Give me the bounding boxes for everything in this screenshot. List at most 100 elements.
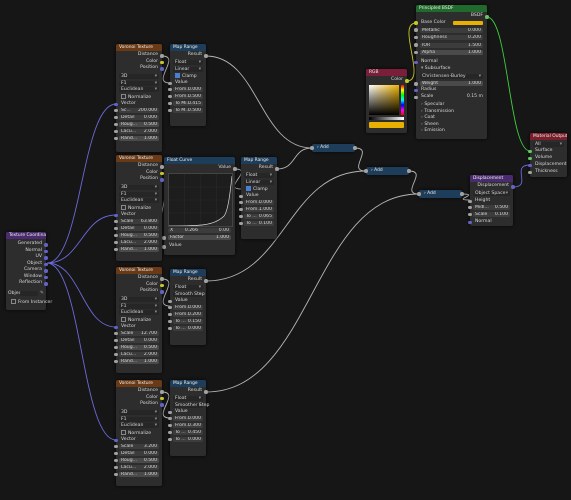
value-field[interactable]: Lacu... 2.000 — [119, 352, 159, 357]
dimensions-select[interactable]: 3D ▾ — [119, 74, 159, 79]
metric-select[interactable]: Euclidean ▾ — [119, 310, 159, 315]
value-field[interactable]: From... 0.300 — [173, 423, 203, 428]
normalize-toggle[interactable]: Normalize — [116, 205, 162, 211]
node-header[interactable]: Principled BSDF — [416, 5, 487, 12]
socket-distance[interactable] — [160, 277, 164, 281]
socket-input[interactable] — [310, 146, 314, 150]
socket-color[interactable] — [160, 60, 164, 65]
color-swatch[interactable] — [369, 122, 404, 128]
socket-normal[interactable] — [468, 220, 472, 225]
socket-position[interactable] — [160, 178, 164, 182]
input-socket[interactable] — [168, 319, 172, 324]
target-select[interactable]: All ▾ — [533, 142, 564, 147]
voronoi-texture-node[interactable]: Voronoi Texture Distance Color Position 3D ▾ F… — [114, 155, 164, 261]
collapsed-panel[interactable]: › Sheen — [416, 122, 487, 128]
collapsed-panel[interactable]: › Emission — [416, 128, 487, 134]
input-socket[interactable] — [168, 437, 172, 442]
subsurface-panel[interactable]: ▾ Subsurface — [416, 66, 487, 72]
clamp-toggle[interactable]: Clamp — [170, 73, 206, 79]
voronoi-texture-node[interactable]: Voronoi Texture Distance Color Position 3D ▾ F… — [114, 267, 164, 373]
map-range-node[interactable]: Map Range Result Float ▾ Linear ▾ Clamp Value Fr… — [168, 44, 208, 126]
socket-value-out[interactable] — [407, 169, 411, 173]
principled-bsdf-node[interactable]: Principled BSDF BSDF Base Color Normal ▾… — [414, 5, 489, 139]
base-color-swatch[interactable] — [453, 21, 483, 25]
checkbox[interactable] — [246, 186, 251, 191]
dimensions-select[interactable]: 3D ▾ — [119, 185, 159, 190]
input-socket[interactable] — [168, 312, 172, 317]
interpolation-select[interactable]: Linear ▾ — [173, 66, 203, 72]
input-socket[interactable] — [114, 240, 118, 245]
node-header[interactable]: Voronoi Texture — [116, 44, 162, 51]
socket-volume[interactable] — [528, 156, 532, 161]
value-field[interactable]: Detail 0.000 — [119, 338, 159, 343]
node-header[interactable]: Map Range — [170, 44, 206, 51]
object-field[interactable] — [20, 291, 38, 296]
value-field[interactable]: Metallic 0.000 — [420, 27, 483, 33]
hue-slider[interactable] — [401, 85, 404, 115]
displacement-node[interactable]: Displacement Displacement Object Space ▾ … — [468, 175, 515, 226]
input-socket[interactable] — [114, 129, 118, 134]
socket-vector[interactable] — [114, 438, 118, 443]
socket-position[interactable] — [160, 290, 164, 294]
node-header[interactable]: › Add — [419, 190, 462, 197]
socket-midlevel[interactable] — [468, 205, 472, 210]
socket-position[interactable] — [160, 67, 164, 71]
checkbox[interactable] — [11, 299, 16, 304]
socket-input[interactable] — [364, 169, 368, 173]
input-socket[interactable] — [114, 472, 118, 477]
value-field[interactable]: From... 1.000 — [244, 207, 274, 212]
input-socket[interactable] — [114, 331, 118, 336]
input-socket[interactable] — [114, 115, 118, 120]
socket-object[interactable] — [44, 262, 48, 267]
voronoi-texture-node[interactable]: Voronoi Texture Distance Color Position 3D ▾ F… — [114, 44, 164, 152]
value-field[interactable]: Lacu... 2.000 — [119, 465, 159, 470]
input-socket[interactable] — [114, 226, 118, 231]
value-field[interactable]: Rand... 1.000 — [119, 472, 159, 477]
math-add-node[interactable]: › Add — [364, 167, 411, 175]
collapsed-panel[interactable]: › Coat — [416, 115, 487, 121]
socket-value-in[interactable] — [162, 245, 166, 249]
socket-color[interactable] — [160, 283, 164, 288]
value-field[interactable]: From... 0.000 — [173, 87, 203, 92]
checkbox[interactable] — [175, 73, 180, 78]
socket-normal[interactable] — [414, 60, 418, 65]
value-field[interactable]: To ... 0.000 — [173, 437, 203, 442]
input-socket[interactable] — [239, 221, 243, 226]
socket-generated[interactable] — [44, 243, 48, 247]
socket-thickness[interactable] — [528, 170, 532, 175]
map-range-node[interactable]: Map Range Result Float ▾ Smooth Step ▾ Value Fr… — [168, 269, 208, 345]
input-socket[interactable] — [114, 345, 118, 350]
scale-field[interactable]: Scale 0.100 — [473, 212, 510, 217]
node-header[interactable]: Displacement — [470, 175, 513, 182]
value-field[interactable]: Scale 63.800 — [119, 219, 159, 224]
collapsed-panel[interactable]: › Transmission — [416, 109, 487, 115]
socket-input[interactable] — [417, 192, 421, 196]
socket-color[interactable] — [160, 171, 164, 176]
node-header[interactable]: Voronoi Texture — [116, 155, 162, 162]
dimensions-select[interactable]: 3D ▾ — [119, 410, 159, 415]
socket-bsdf-out[interactable] — [485, 15, 489, 19]
normalize-toggle[interactable]: Normalize — [116, 317, 162, 323]
input-socket[interactable] — [114, 451, 118, 456]
input-socket[interactable] — [414, 35, 418, 40]
value-field[interactable]: To ... 0.065 — [244, 214, 274, 219]
input-socket[interactable] — [239, 214, 243, 219]
input-socket[interactable] — [414, 43, 418, 47]
float-curve-node[interactable]: Float Curve Value X 0.266 0.00 Factor 1.00… — [162, 157, 237, 255]
input-socket[interactable] — [239, 200, 243, 205]
socket-color[interactable] — [160, 396, 164, 401]
x-field[interactable]: X 0.266 — [168, 228, 200, 233]
input-socket[interactable] — [114, 338, 118, 343]
value-field[interactable]: Roug... 0.500 — [119, 458, 159, 463]
socket-reflection[interactable] — [44, 282, 48, 286]
value-field[interactable]: To ... 0.150 — [173, 319, 203, 324]
value-field[interactable]: Detail 0.000 — [119, 115, 159, 120]
clamp-toggle[interactable]: Clamp — [241, 186, 277, 192]
socket-vector[interactable] — [114, 325, 118, 330]
node-header[interactable]: Voronoi Texture — [116, 380, 162, 387]
socket-height[interactable] — [468, 199, 472, 204]
socket-color-out[interactable] — [405, 79, 409, 83]
dimensions-select[interactable]: 3D ▾ — [119, 297, 159, 302]
curve-editor[interactable] — [168, 173, 233, 227]
input-socket[interactable] — [168, 305, 172, 310]
